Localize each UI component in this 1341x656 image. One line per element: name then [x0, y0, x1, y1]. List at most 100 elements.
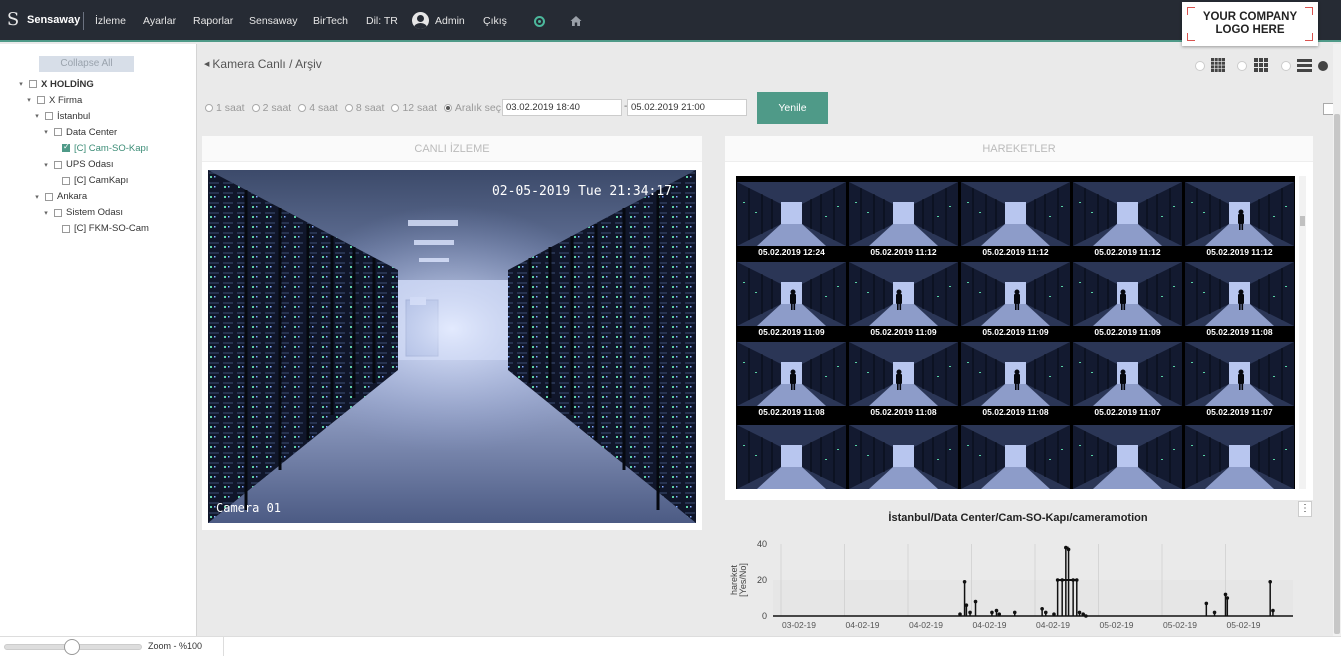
- motion-thumbnail[interactable]: 05.02.2019 11:09: [961, 262, 1070, 340]
- tree-node[interactable]: ▾ X HOLDİNG: [17, 77, 94, 91]
- nav-ayarlar[interactable]: Ayarlar: [143, 15, 176, 27]
- chart-data-point[interactable]: [994, 608, 999, 613]
- start-date-input[interactable]: [502, 99, 622, 116]
- time-range-option[interactable]: 2 saat: [251, 102, 291, 114]
- chart-data-point[interactable]: [1084, 614, 1088, 618]
- page-scrollbar[interactable]: [1333, 44, 1341, 636]
- view-mode-radio[interactable]: [1281, 61, 1291, 71]
- tree-node[interactable]: ▾ Sistem Odası: [42, 206, 123, 220]
- nav-user[interactable]: Admin: [435, 15, 465, 27]
- tree-node-label[interactable]: Data Center: [66, 127, 117, 138]
- tree-expand-icon[interactable]: ▾: [17, 80, 25, 88]
- tree-node[interactable]: [C] FKM-SO-Cam: [50, 222, 149, 236]
- chart-data-point[interactable]: [1225, 596, 1230, 600]
- tree-expand-icon[interactable]: ▾: [25, 96, 33, 104]
- nav-izleme[interactable]: İzleme: [95, 15, 126, 27]
- motion-thumbnail[interactable]: 05.02.2019 11:08: [737, 342, 846, 420]
- time-range-radio[interactable]: [391, 104, 400, 112]
- tree-node[interactable]: [C] Cam-SO-Kapı: [50, 141, 148, 155]
- time-range-radio[interactable]: [205, 104, 213, 112]
- tree-node-label[interactable]: X Firma: [49, 95, 82, 106]
- list-view-icon[interactable]: [1297, 59, 1312, 72]
- nav-raporlar[interactable]: Raporlar: [193, 15, 233, 27]
- chart-data-point[interactable]: [964, 603, 969, 607]
- chart-data-point[interactable]: [1052, 612, 1056, 616]
- tree-checkbox[interactable]: [45, 112, 53, 121]
- tree-node[interactable]: ▾ X Firma: [25, 93, 82, 107]
- motion-thumbnail[interactable]: 05.02.2019 11:12: [961, 182, 1070, 260]
- motion-thumbnail[interactable]: 05.02.2019 11:12: [1073, 182, 1182, 260]
- time-range-option[interactable]: 1 saat: [205, 102, 245, 114]
- home-icon[interactable]: [570, 15, 582, 27]
- tree-checkbox[interactable]: [37, 96, 45, 105]
- chart-data-point[interactable]: [1043, 610, 1048, 615]
- motion-thumbnail[interactable]: 05.02.2019 11:07: [1185, 342, 1294, 420]
- tree-node-label[interactable]: [C] Cam-SO-Kapı: [74, 143, 148, 154]
- motion-thumbnail[interactable]: 05.02.2019 11:12: [1185, 182, 1294, 260]
- tree-node[interactable]: ▾ İstanbul: [33, 109, 90, 123]
- tree-checkbox[interactable]: [62, 176, 70, 185]
- time-range-radio[interactable]: [251, 104, 260, 112]
- time-range-radio[interactable]: [298, 104, 307, 112]
- motion-thumbnail[interactable]: 05.02.2019 11:09: [737, 262, 846, 340]
- chart-data-point[interactable]: [968, 610, 972, 615]
- tree-node[interactable]: ▾ Ankara: [33, 190, 87, 204]
- grid-small-icon[interactable]: [1254, 58, 1268, 72]
- motion-thumbnail[interactable]: [1073, 425, 1182, 489]
- view-mode-radio[interactable]: [1237, 61, 1247, 71]
- time-range-option[interactable]: Aralık seç: [443, 102, 501, 114]
- motion-thumbnail[interactable]: 05.02.2019 11:07: [1073, 342, 1182, 420]
- view-mode-radio-selected[interactable]: [1318, 61, 1328, 71]
- motion-thumbnail[interactable]: 05.02.2019 11:08: [849, 342, 958, 420]
- chart-data-point[interactable]: [1012, 610, 1017, 615]
- chart-data-point[interactable]: [1077, 610, 1082, 615]
- page-scrollbar-thumb[interactable]: [1334, 114, 1340, 634]
- motion-thumbnail[interactable]: 05.02.2019 11:12: [849, 182, 958, 260]
- nav-birtech[interactable]: BirTech: [313, 15, 348, 27]
- chart-data-point[interactable]: [1212, 610, 1217, 615]
- time-range-option[interactable]: 12 saat: [391, 102, 437, 114]
- view-mode-radio[interactable]: [1195, 61, 1205, 71]
- tree-checkbox[interactable]: [54, 128, 62, 137]
- thumbnail-scrollbar-thumb[interactable]: [1300, 216, 1305, 226]
- tree-node[interactable]: [C] CamKapı: [50, 174, 128, 188]
- tree-expand-icon[interactable]: ▾: [42, 161, 50, 169]
- tree-expand-icon[interactable]: ▾: [33, 112, 41, 120]
- back-arrow-icon[interactable]: ◀: [204, 60, 209, 68]
- refresh-button[interactable]: Yenile: [757, 92, 828, 124]
- collapse-all-button[interactable]: Collapse All: [39, 56, 134, 72]
- motion-thumbnail[interactable]: 05.02.2019 12:24: [737, 182, 846, 260]
- motion-thumbnail[interactable]: 05.02.2019 11:09: [849, 262, 958, 340]
- time-range-radio[interactable]: [443, 104, 452, 112]
- motion-thumbnail[interactable]: [849, 425, 958, 489]
- tree-node-label[interactable]: Sistem Odası: [66, 207, 123, 218]
- tree-node-label[interactable]: X HOLDİNG: [41, 79, 94, 90]
- brand[interactable]: S Sensaway: [5, 11, 80, 29]
- zoom-slider-handle[interactable]: [64, 639, 80, 655]
- chart-data-point[interactable]: [1271, 608, 1275, 613]
- time-range-radio[interactable]: [344, 104, 353, 112]
- chart-data-point[interactable]: [1223, 592, 1228, 597]
- chart-data-point[interactable]: [962, 580, 967, 584]
- tree-expand-icon[interactable]: ▾: [42, 209, 50, 217]
- tree-node-label[interactable]: İstanbul: [57, 111, 90, 122]
- tree-checkbox[interactable]: [29, 80, 37, 88]
- nav-logout[interactable]: Çıkış: [483, 15, 507, 27]
- tree-checkbox[interactable]: [54, 208, 62, 217]
- motion-thumbnail[interactable]: [737, 425, 846, 489]
- motion-thumbnail[interactable]: 05.02.2019 11:08: [1185, 262, 1294, 340]
- thumbnail-scrollbar[interactable]: [1299, 176, 1306, 489]
- tree-node[interactable]: ▾ UPS Odası: [42, 158, 113, 172]
- tree-expand-icon[interactable]: ▾: [33, 193, 41, 201]
- chart-data-point[interactable]: [1204, 601, 1209, 606]
- tree-checkbox[interactable]: [62, 142, 70, 153]
- chart-data-point[interactable]: [958, 612, 962, 616]
- status-indicator-icon[interactable]: [534, 16, 545, 27]
- grid-large-icon[interactable]: [1211, 58, 1225, 72]
- motion-thumbnail[interactable]: 05.02.2019 11:09: [1073, 262, 1182, 340]
- chart-data-point[interactable]: [1040, 607, 1044, 611]
- time-range-option[interactable]: 4 saat: [298, 102, 338, 114]
- tree-node-label[interactable]: Ankara: [57, 191, 87, 202]
- tree-checkbox[interactable]: [62, 224, 70, 233]
- chart-data-point[interactable]: [997, 612, 1002, 616]
